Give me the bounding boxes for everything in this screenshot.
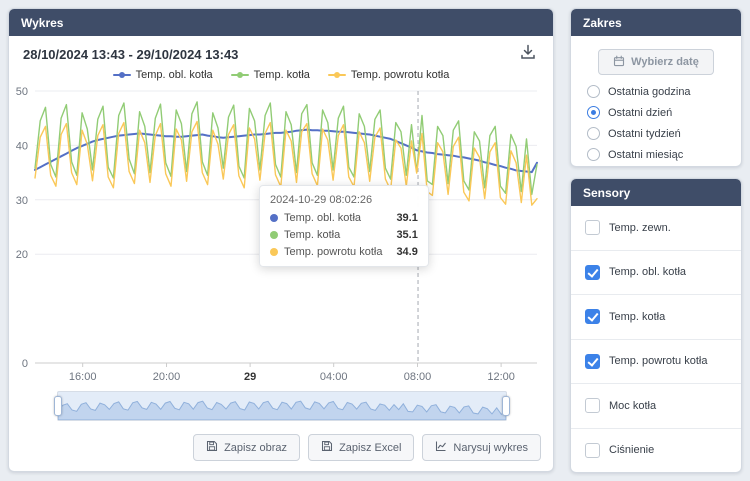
tooltip-row: Temp. powrotu kotła 34.9 (270, 246, 418, 258)
legend-label: Temp. powrotu kotła (351, 69, 449, 81)
sensor-label: Ciśnienie (609, 444, 654, 456)
range-panel-header: Zakres (571, 9, 741, 36)
chart-legend: Temp. obl. kotła Temp. kotła Temp. powro… (9, 69, 553, 81)
tooltip-label: Temp. kotła (284, 229, 396, 241)
save-image-button[interactable]: Zapisz obraz (193, 434, 300, 461)
chart-panel: Wykres 28/10/2024 13:43 - 29/10/2024 13:… (8, 8, 554, 472)
tooltip-value: 35.1 (396, 229, 417, 241)
checkbox-icon[interactable] (585, 354, 600, 369)
tooltip-timestamp: 2024-10-29 08:02:26 (270, 194, 418, 206)
svg-text:40: 40 (16, 140, 28, 152)
legend-label: Temp. kotła (254, 69, 310, 81)
range-option-last-hour[interactable]: Ostatnia godzina (587, 85, 741, 98)
series-color-dot (270, 231, 278, 239)
checkbox-icon[interactable] (585, 443, 600, 458)
svg-text:29: 29 (244, 371, 256, 383)
zoom-slider-right-handle[interactable] (502, 396, 510, 416)
choose-date-button[interactable]: Wybierz datę (598, 49, 714, 75)
svg-text:0: 0 (22, 358, 28, 370)
app-root: Wykres 28/10/2024 13:43 - 29/10/2024 13:… (0, 0, 750, 481)
checkbox-icon[interactable] (585, 220, 600, 235)
sensor-label: Temp. powrotu kotła (609, 355, 707, 367)
draw-chart-button[interactable]: Narysuj wykres (422, 434, 541, 461)
range-option-label: Ostatni miesiąc (608, 149, 683, 161)
sensor-label: Temp. obl. kotła (609, 266, 686, 278)
save-image-label: Zapisz obraz (224, 442, 287, 454)
sensors-panel: Sensory Temp. zewn. Temp. obl. kotła Tem… (570, 178, 742, 473)
checkbox-icon[interactable] (585, 309, 600, 324)
radio-icon[interactable] (587, 127, 600, 140)
chart-actions: Zapisz obraz Zapisz Excel Narysuj wykres (193, 434, 541, 461)
tooltip-label: Temp. powrotu kotła (284, 246, 396, 258)
series-color-dot (270, 214, 278, 222)
sensor-label: Temp. zewn. (609, 222, 671, 234)
svg-text:12:00: 12:00 (487, 371, 515, 383)
zoom-slider-selection[interactable] (58, 392, 506, 420)
radio-icon[interactable] (587, 85, 600, 98)
radio-icon[interactable] (587, 106, 600, 119)
range-panel-title: Zakres (583, 16, 622, 30)
sensor-label: Temp. kotła (609, 311, 665, 323)
chart-tooltip: 2024-10-29 08:02:26 Temp. obl. kotła 39.… (259, 185, 429, 267)
range-panel: Zakres Wybierz datę Ostatnia godzina Ost… (570, 8, 742, 167)
chart-panel-title: Wykres (21, 16, 63, 30)
sensor-label: Moc kotła (609, 400, 656, 412)
draw-chart-label: Narysuj wykres (453, 442, 528, 454)
range-option-last-week[interactable]: Ostatni tydzień (587, 127, 741, 140)
sensor-row-temp-kotla[interactable]: Temp. kotła (571, 294, 741, 339)
sensors-panel-title: Sensory (583, 186, 630, 200)
date-range-title: 28/10/2024 13:43 - 29/10/2024 13:43 (23, 47, 238, 62)
chart-line-icon (435, 440, 447, 455)
legend-label: Temp. obl. kotła (136, 69, 213, 81)
sensor-row-cisnienie[interactable]: Ciśnienie (571, 428, 741, 473)
svg-text:50: 50 (16, 86, 28, 98)
range-option-label: Ostatni tydzień (608, 128, 681, 140)
tooltip-value: 34.9 (396, 246, 417, 258)
save-excel-button[interactable]: Zapisz Excel (308, 434, 414, 461)
sensor-row-temp-zewn[interactable]: Temp. zewn. (571, 206, 741, 250)
save-excel-label: Zapisz Excel (339, 442, 401, 454)
zoom-slider[interactable] (57, 391, 507, 421)
legend-marker-icon (113, 71, 131, 79)
floppy-icon (206, 440, 218, 455)
sensor-row-temp-obl-kotla[interactable]: Temp. obl. kotła (571, 250, 741, 295)
legend-item-temp-obl-kotla[interactable]: Temp. obl. kotła (113, 69, 213, 81)
legend-item-temp-powrotu-kotla[interactable]: Temp. powrotu kotła (328, 69, 449, 81)
sensor-list: Temp. zewn. Temp. obl. kotła Temp. kotła… (571, 206, 741, 472)
checkbox-icon[interactable] (585, 265, 600, 280)
tooltip-label: Temp. obl. kotła (284, 212, 396, 224)
range-option-label: Ostatni dzień (608, 107, 672, 119)
floppy-icon (321, 440, 333, 455)
legend-item-temp-kotla[interactable]: Temp. kotła (231, 69, 310, 81)
sensor-row-temp-powrotu-kotla[interactable]: Temp. powrotu kotła (571, 339, 741, 384)
legend-marker-icon (328, 71, 346, 79)
zoom-slider-left-handle[interactable] (54, 396, 62, 416)
tooltip-row: Temp. obl. kotła 39.1 (270, 212, 418, 224)
calendar-icon (613, 55, 625, 70)
checkbox-icon[interactable] (585, 398, 600, 413)
series-color-dot (270, 248, 278, 256)
svg-text:30: 30 (16, 195, 28, 207)
sensor-row-moc-kotla[interactable]: Moc kotła (571, 383, 741, 428)
range-option-last-day[interactable]: Ostatni dzień (587, 106, 741, 119)
download-icon[interactable] (519, 43, 537, 66)
svg-text:08:00: 08:00 (404, 371, 432, 383)
legend-marker-icon (231, 71, 249, 79)
sensors-panel-header: Sensory (571, 179, 741, 206)
range-option-label: Ostatnia godzina (608, 86, 691, 98)
choose-date-label: Wybierz datę (631, 56, 699, 68)
svg-text:20:00: 20:00 (153, 371, 181, 383)
chart-panel-header: Wykres (9, 9, 553, 36)
tooltip-row: Temp. kotła 35.1 (270, 229, 418, 241)
tooltip-value: 39.1 (396, 212, 417, 224)
svg-text:20: 20 (16, 249, 28, 261)
svg-text:04:00: 04:00 (320, 371, 348, 383)
svg-text:16:00: 16:00 (69, 371, 97, 383)
radio-icon[interactable] (587, 148, 600, 161)
range-option-last-month[interactable]: Ostatni miesiąc (587, 148, 741, 161)
